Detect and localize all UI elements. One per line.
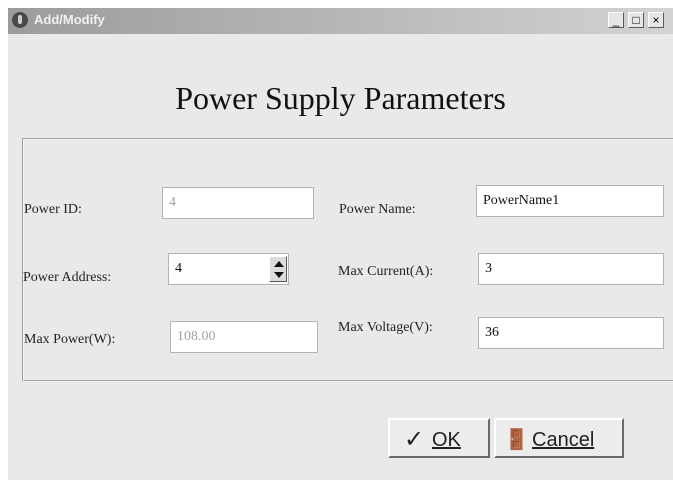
max-power-label: Max Power(W): [24, 332, 116, 347]
spin-up-icon[interactable] [274, 261, 284, 267]
cancel-label: Cancel [532, 429, 595, 451]
close-button[interactable]: × [648, 12, 664, 28]
app-icon [12, 12, 28, 28]
cancel-button[interactable]: 🚪 Cancel [494, 418, 624, 458]
page-title: Power Supply Parameters [175, 80, 506, 116]
minimize-button[interactable]: _ [608, 12, 624, 28]
power-name-field[interactable]: PowerName1 [476, 185, 664, 217]
power-id-field: 4 [162, 187, 314, 219]
max-current-label: Max Current(A): [338, 264, 434, 279]
spin-down-icon[interactable] [274, 272, 284, 278]
max-voltage-field[interactable]: 36 [478, 317, 664, 349]
door-exit-icon: 🚪 [504, 429, 529, 451]
max-current-field[interactable]: 3 [478, 253, 664, 285]
ok-button[interactable]: ✓ OK [388, 418, 490, 458]
checkmark-icon: ✓ [404, 426, 425, 453]
spinner-arrows[interactable] [269, 256, 287, 282]
power-name-label: Power Name: [339, 202, 416, 217]
window-title: Add/Modify [34, 12, 105, 27]
power-id-label: Power ID: [24, 202, 82, 217]
title-bar[interactable]: Add/Modify _ □ × [8, 8, 673, 34]
max-power-field: 108.00 [170, 321, 318, 353]
maximize-button[interactable]: □ [628, 12, 644, 28]
power-address-label: Power Address: [23, 270, 112, 285]
ok-label: OK [432, 429, 461, 451]
max-voltage-label: Max Voltage(V): [338, 320, 433, 335]
add-modify-window: Add/Modify _ □ × Power Supply Parameters… [8, 8, 673, 480]
